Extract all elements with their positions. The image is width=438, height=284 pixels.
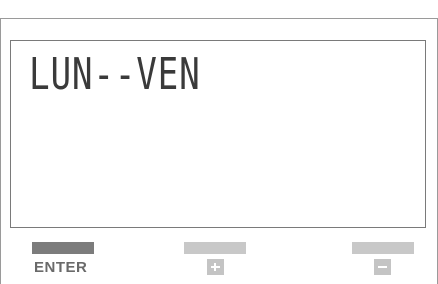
controller-panel: LUN--VEN ENTER <box>0 0 438 284</box>
plus-icon-vertical <box>214 263 216 271</box>
plus-softkey[interactable] <box>184 242 246 254</box>
frame-top-line <box>0 18 438 19</box>
frame-left-line <box>0 18 1 284</box>
plus-icon[interactable] <box>207 259 224 275</box>
lcd-display: LUN--VEN <box>10 40 426 228</box>
lcd-display-text: LUN--VEN <box>29 49 201 100</box>
enter-label: ENTER <box>34 259 88 276</box>
minus-icon[interactable] <box>374 259 391 275</box>
minus-softkey[interactable] <box>352 242 414 254</box>
minus-icon-horizontal <box>378 266 387 268</box>
enter-softkey[interactable] <box>32 242 94 254</box>
